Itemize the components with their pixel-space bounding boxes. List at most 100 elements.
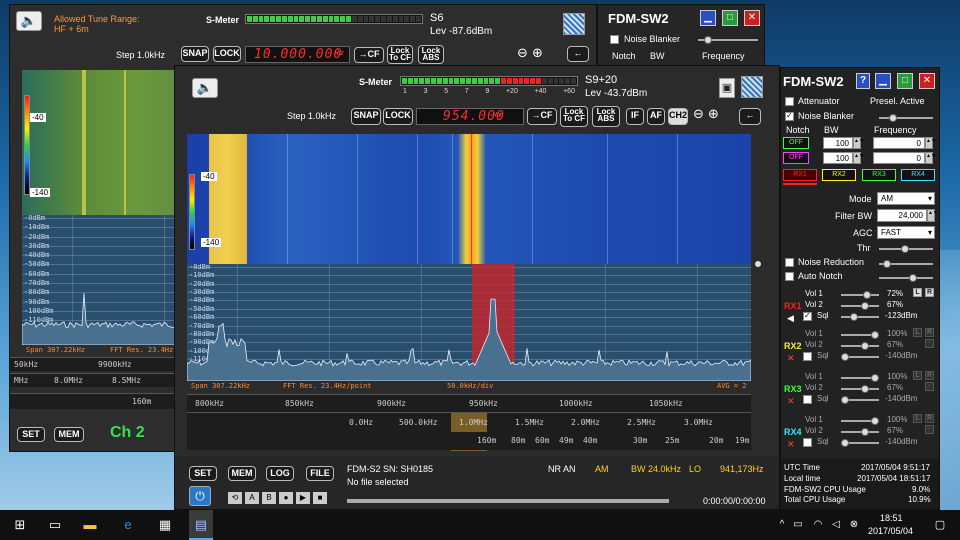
rx3-vol1-slider[interactable] [841, 374, 879, 382]
back-close-button[interactable]: ✕ [744, 10, 760, 26]
rx3-vol2-slider[interactable] [841, 385, 879, 393]
front-stop-icon[interactable]: ■ [313, 492, 327, 504]
rx2-select-button[interactable]: RX2 [822, 169, 856, 181]
filter-bw-spin[interactable]: ▲▼ [927, 209, 938, 222]
notch-1-off-button[interactable]: OFF [783, 137, 809, 149]
rx3-right-channel-button[interactable]: R [925, 371, 934, 380]
store-icon[interactable]: ▦ [157, 517, 173, 533]
rx4-aux-button[interactable]: · [925, 425, 934, 434]
rx2-right-channel-button[interactable]: R [925, 328, 934, 337]
front-record-button-icon[interactable]: ● [279, 492, 293, 504]
auto-notch-slider[interactable] [879, 274, 933, 282]
front-speaker-icon[interactable]: 🔈 [192, 78, 218, 98]
tray-close-icon[interactable]: ⊗ [846, 517, 862, 533]
rx1-vol1-slider[interactable] [841, 291, 879, 299]
back-mem-button[interactable]: MEM [54, 427, 84, 442]
edge-browser-icon[interactable]: e [120, 517, 136, 533]
back-lock-button[interactable]: LOCK [213, 46, 241, 62]
slider-knob[interactable] [861, 428, 870, 436]
notch-2-bw[interactable]: 100 [823, 152, 853, 164]
back-lock-abs-button[interactable]: Lock ABS [418, 45, 444, 64]
front-record-icon[interactable]: ▣ [719, 78, 735, 98]
rx2-left-channel-button[interactable]: L [913, 328, 922, 337]
rx1-select-button[interactable]: RX1 [783, 169, 817, 181]
front-a-button[interactable]: A [245, 492, 259, 504]
rx1-sql-slider[interactable] [841, 313, 879, 321]
rx1-left-channel-button[interactable]: L [913, 288, 922, 297]
back-snap-button[interactable]: SNAP [181, 46, 209, 62]
rx3-aux-button[interactable]: · [925, 382, 934, 391]
noise-blanker-slider[interactable] [879, 114, 933, 122]
slider-knob[interactable] [841, 353, 849, 361]
front-zoom-in-icon[interactable]: ⊕ [708, 106, 719, 122]
front-loop-icon[interactable]: ⟲ [228, 492, 242, 504]
rx1-sql-checkbox[interactable] [803, 311, 812, 321]
front-ch2-button[interactable]: CH2 [668, 108, 688, 125]
maximize-button[interactable]: □ [897, 73, 913, 89]
filter-bw-value[interactable]: 24,000 [877, 209, 927, 222]
tray-network-icon[interactable]: ▭ [790, 517, 806, 533]
rx2-vol2-slider[interactable] [841, 342, 879, 350]
rx1-mute-icon[interactable]: ◀ [787, 313, 797, 323]
rx4-vol2-slider[interactable] [841, 428, 879, 436]
slider-knob[interactable] [841, 439, 849, 447]
noise-reduction-checkbox[interactable] [785, 258, 794, 267]
front-mem-button[interactable]: MEM [228, 466, 256, 481]
front-frequency-display[interactable]: 954.000 Hz [416, 108, 524, 125]
back-maximize-button[interactable]: □ [722, 10, 738, 26]
rx3-select-button[interactable]: RX3 [862, 169, 896, 181]
notch-1-bw-spin[interactable]: ▲▼ [853, 137, 864, 149]
rx3-left-channel-button[interactable]: L [913, 371, 922, 380]
slider-knob[interactable] [871, 374, 879, 382]
notch-2-freq-spin[interactable]: ▲▼ [925, 152, 936, 164]
rx2-sql-slider[interactable] [841, 353, 879, 361]
front-to-cf-button[interactable]: →CF [527, 108, 557, 125]
front-lock-button[interactable]: LOCK [383, 108, 413, 125]
slider-knob[interactable] [850, 313, 858, 321]
attenuator-checkbox[interactable] [785, 97, 794, 106]
rx1-right-channel-button[interactable]: R [925, 288, 934, 297]
help-button[interactable]: ? [856, 73, 870, 89]
front-zoom-out-icon[interactable]: ⊖ [693, 106, 704, 122]
rx4-sql-checkbox[interactable] [803, 438, 812, 447]
rx2-sql-checkbox[interactable] [803, 352, 812, 361]
slider-knob[interactable] [889, 114, 897, 122]
back-zoom-in-icon[interactable]: ⊕ [532, 45, 543, 61]
close-button[interactable]: ✕ [919, 73, 935, 89]
slider-knob[interactable] [861, 385, 870, 393]
notch-1-freq-spin[interactable]: ▲▼ [925, 137, 936, 149]
auto-notch-checkbox[interactable] [785, 272, 794, 281]
slider-knob[interactable] [861, 342, 870, 350]
notch-2-bw-spin[interactable]: ▲▼ [853, 152, 864, 164]
notch-1-bw[interactable]: 100 [823, 137, 853, 149]
front-if-button[interactable]: IF [626, 108, 644, 125]
back-minimize-button[interactable]: ▁ [700, 10, 716, 26]
task-view-icon[interactable]: ▭ [47, 517, 63, 533]
notch-1-freq[interactable]: 0 [873, 137, 925, 149]
noise-reduction-slider[interactable] [879, 260, 933, 268]
front-snap-button[interactable]: SNAP [351, 108, 381, 125]
slider-knob[interactable] [871, 417, 879, 425]
tray-volume-icon[interactable]: ◁ [828, 517, 844, 533]
rx4-sql-slider[interactable] [841, 439, 879, 447]
front-scroll-handle[interactable] [755, 261, 761, 267]
front-waterfall[interactable] [187, 134, 751, 264]
rx2-vol1-slider[interactable] [841, 331, 879, 339]
front-power-icon[interactable]: ⏻ [189, 486, 211, 506]
rx2-aux-button[interactable]: · [925, 339, 934, 348]
front-file-button[interactable]: FILE [306, 466, 334, 481]
windows-start-icon[interactable]: ⊞ [12, 517, 28, 533]
front-arrow-button[interactable]: ← [739, 108, 761, 125]
front-b-button[interactable]: B [262, 492, 276, 504]
tray-chevron-icon[interactable]: ^ [774, 517, 790, 533]
rx4-mute-icon[interactable]: ✕ [787, 439, 797, 449]
rx3-sql-slider[interactable] [841, 396, 879, 404]
rx4-left-channel-button[interactable]: L [913, 414, 922, 423]
slider-knob[interactable] [901, 245, 909, 253]
front-play-icon[interactable]: ▶ [296, 492, 310, 504]
file-explorer-icon[interactable]: ▬ [82, 517, 98, 533]
slider-knob[interactable] [883, 260, 891, 268]
notification-icon[interactable]: ▢ [932, 517, 948, 533]
back-lock-to-cf-button[interactable]: Lock To CF [387, 45, 413, 64]
slider-knob[interactable] [704, 36, 712, 44]
